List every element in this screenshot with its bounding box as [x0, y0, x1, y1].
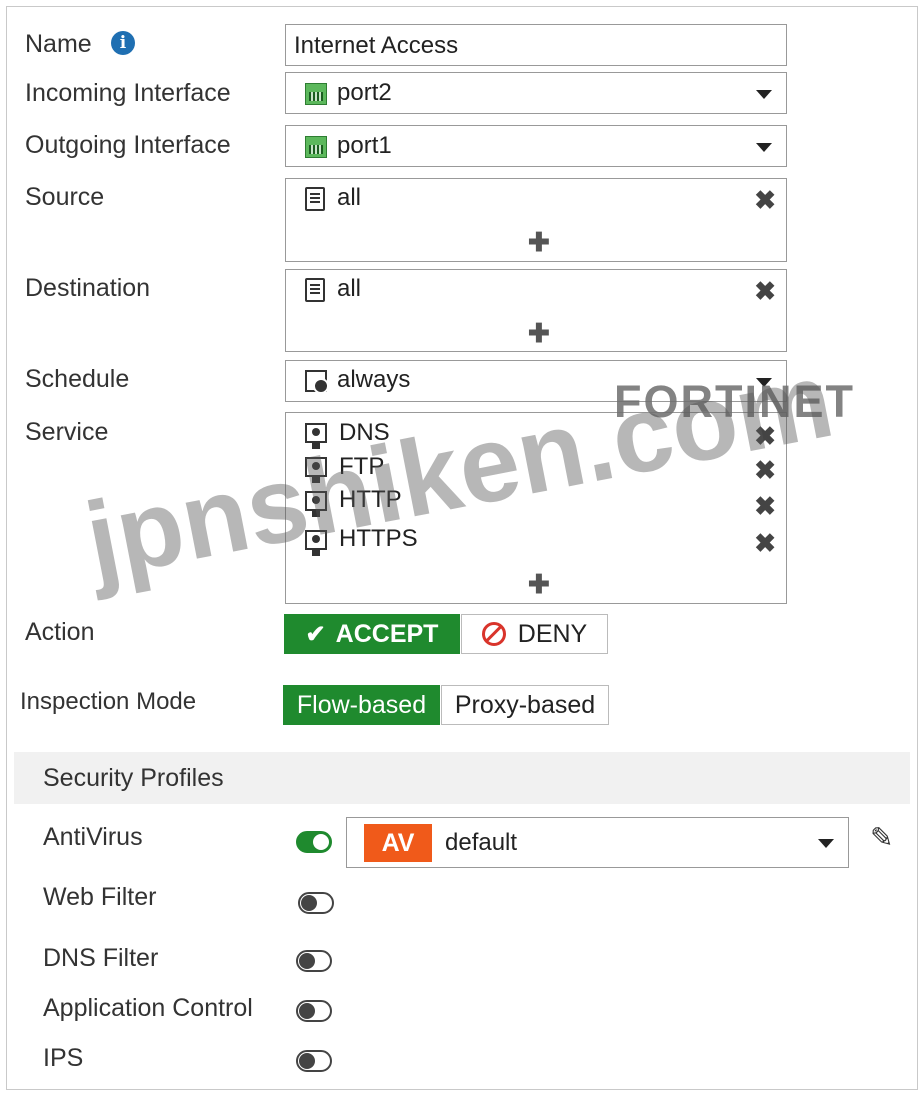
- web-filter-label: Web Filter: [43, 883, 157, 911]
- remove-icon[interactable]: ✖: [754, 278, 776, 304]
- dns-filter-label: DNS Filter: [43, 944, 159, 972]
- deny-button[interactable]: DENY: [461, 614, 608, 654]
- add-icon[interactable]: ✚: [528, 229, 550, 255]
- av-badge: AV: [364, 824, 432, 862]
- antivirus-label: AntiVirus: [43, 823, 143, 851]
- action-label: Action: [25, 618, 95, 646]
- destination-field[interactable]: all ✖ ✚: [285, 269, 787, 352]
- remove-icon[interactable]: ✖: [754, 187, 776, 213]
- name-value: Internet Access: [294, 32, 459, 59]
- service-label: Service: [25, 418, 109, 446]
- dns-filter-toggle[interactable]: [296, 950, 332, 972]
- accept-label: ACCEPT: [335, 619, 439, 648]
- deny-label: DENY: [517, 619, 588, 648]
- deny-icon: [481, 622, 506, 646]
- address-icon: [305, 278, 325, 302]
- port-icon: [305, 136, 327, 158]
- ips-label: IPS: [43, 1044, 84, 1072]
- chevron-down-icon: [756, 143, 772, 152]
- incoming-interface-select[interactable]: port2: [285, 72, 787, 114]
- check-icon: ✔: [305, 620, 326, 648]
- outgoing-interface-value: port1: [337, 132, 392, 159]
- pencil-icon[interactable]: ✎: [870, 824, 893, 852]
- chevron-down-icon: [818, 839, 834, 848]
- destination-label: Destination: [25, 274, 151, 302]
- outgoing-interface-label: Outgoing Interface: [25, 131, 231, 159]
- remove-icon[interactable]: ✖: [754, 493, 776, 519]
- application-control-toggle[interactable]: [296, 1000, 332, 1022]
- flow-based-button[interactable]: Flow-based: [283, 685, 440, 725]
- remove-icon[interactable]: ✖: [754, 530, 776, 556]
- ips-toggle[interactable]: [296, 1050, 332, 1072]
- schedule-icon: [305, 370, 329, 394]
- outgoing-interface-select[interactable]: port1: [285, 125, 787, 167]
- proxy-based-button[interactable]: Proxy-based: [441, 685, 609, 725]
- schedule-label: Schedule: [25, 365, 130, 393]
- destination-item: all: [337, 275, 362, 302]
- source-field[interactable]: all ✖ ✚: [285, 178, 787, 262]
- add-icon[interactable]: ✚: [528, 320, 550, 346]
- address-icon: [305, 187, 325, 211]
- accept-button[interactable]: ✔ ACCEPT: [284, 614, 460, 654]
- incoming-interface-value: port2: [337, 79, 392, 106]
- name-label: Name: [25, 30, 92, 58]
- port-icon: [305, 83, 327, 105]
- add-icon[interactable]: ✚: [528, 571, 550, 597]
- security-profiles-header: Security Profiles: [14, 752, 910, 804]
- antivirus-profile-value: default: [445, 829, 518, 856]
- incoming-interface-label: Incoming Interface: [25, 79, 231, 107]
- source-item: all: [337, 184, 362, 211]
- name-input[interactable]: Internet Access: [285, 24, 787, 66]
- security-profiles-title: Security Profiles: [43, 764, 224, 792]
- source-label: Source: [25, 183, 105, 211]
- antivirus-profile-select[interactable]: AV default: [346, 817, 849, 868]
- schedule-value: always: [337, 366, 411, 393]
- web-filter-toggle[interactable]: [298, 892, 334, 914]
- application-control-label: Application Control: [43, 994, 253, 1022]
- antivirus-toggle[interactable]: [296, 831, 332, 853]
- chevron-down-icon: [756, 90, 772, 99]
- info-icon[interactable]: i: [111, 31, 135, 55]
- inspection-mode-label: Inspection Mode: [20, 688, 197, 715]
